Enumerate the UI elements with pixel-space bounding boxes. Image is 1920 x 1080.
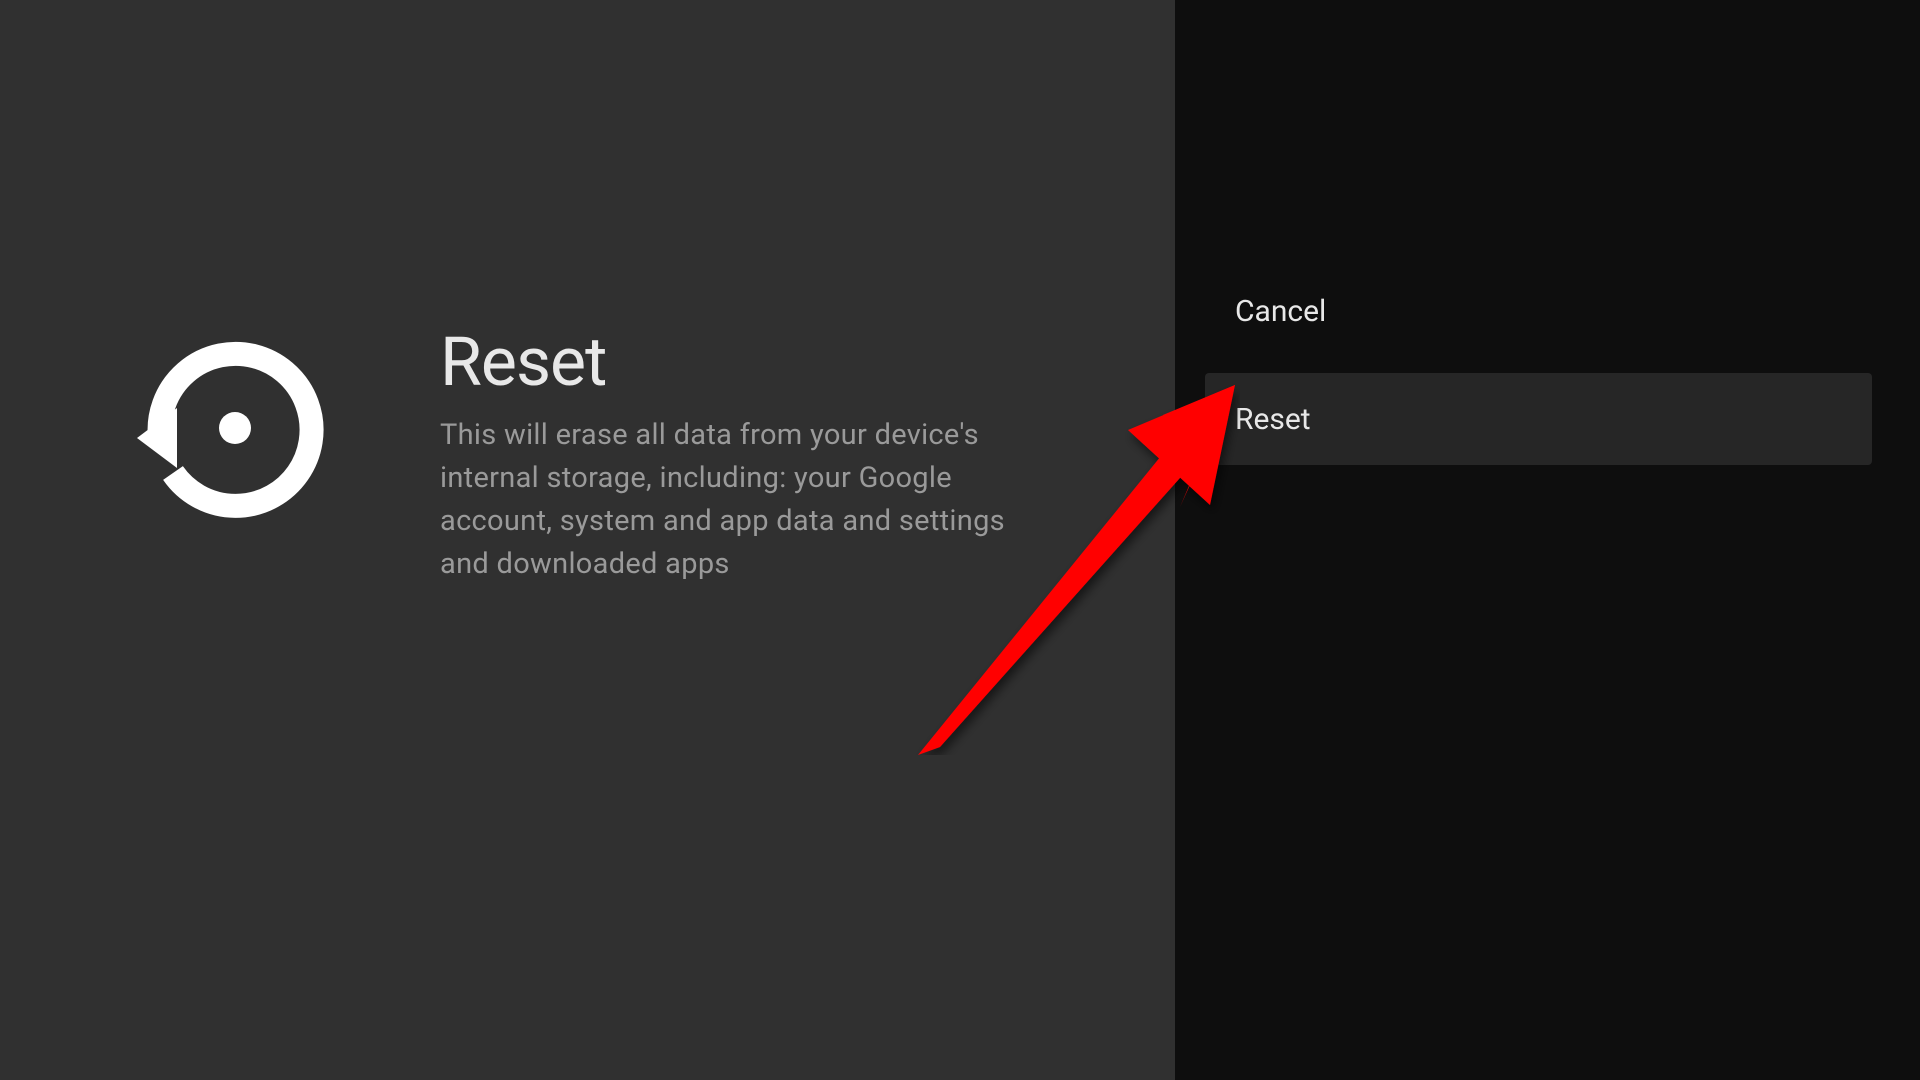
reset-label: Reset — [1235, 402, 1311, 437]
page-title: Reset — [440, 328, 1030, 396]
reset-button[interactable]: Reset — [1205, 373, 1872, 465]
options-panel: Cancel Reset — [1175, 0, 1920, 1080]
cancel-button[interactable]: Cancel — [1205, 265, 1872, 357]
page-description: This will erase all data from your devic… — [440, 414, 1030, 586]
reset-icon — [120, 338, 350, 518]
cancel-label: Cancel — [1235, 294, 1326, 329]
info-panel: Reset This will erase all data from your… — [0, 0, 1175, 1080]
